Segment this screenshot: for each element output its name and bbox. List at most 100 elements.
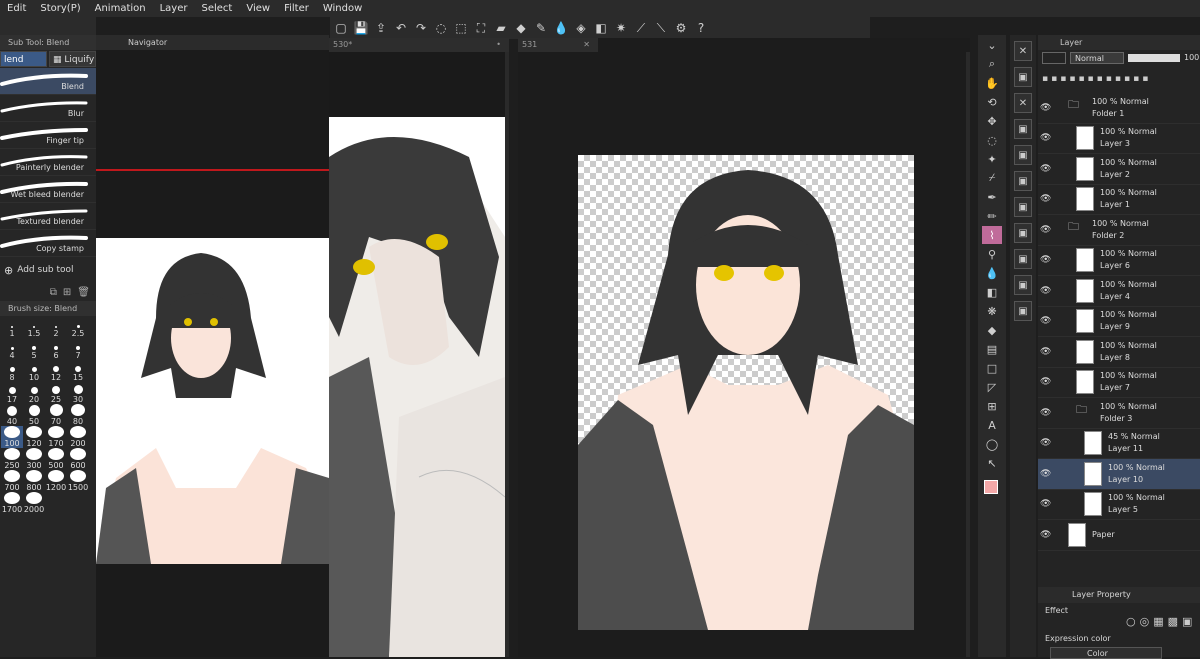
pen-tip-icon[interactable]: ⌄: [982, 36, 1002, 54]
lasso-icon[interactable]: ◌: [432, 19, 450, 37]
blend-mode-select[interactable]: Normal: [1070, 51, 1124, 64]
layer-folder[interactable]: 👁 🗀 100 % Normal Folder 1: [1038, 93, 1200, 124]
brush-size-30[interactable]: 30: [67, 382, 89, 404]
brush-finger-tip[interactable]: Finger tip: [0, 122, 96, 149]
brush-size-80[interactable]: 80: [67, 404, 89, 426]
sparkle-icon[interactable]: ✷: [612, 19, 630, 37]
text-icon[interactable]: A: [982, 416, 1002, 434]
visibility-eye-icon[interactable]: 👁: [1040, 103, 1051, 113]
brush-size-120[interactable]: 120: [23, 426, 45, 448]
brush-size-17[interactable]: 17: [1, 382, 23, 404]
brush-stroke-icon[interactable]: ⟋: [632, 19, 650, 37]
layer-row[interactable]: 👁 100 % Normal Layer 8: [1038, 337, 1200, 368]
gear-icon[interactable]: ⚙: [672, 19, 690, 37]
visibility-eye-icon[interactable]: 👁: [1040, 164, 1051, 174]
layer-folder[interactable]: 👁 🗀 100 % Normal Folder 2: [1038, 215, 1200, 246]
rotate-icon[interactable]: ⟲: [982, 93, 1002, 111]
menu-edit[interactable]: Edit: [0, 0, 33, 17]
close-icon[interactable]: ✕: [583, 38, 590, 52]
visibility-eye-icon[interactable]: 👁: [1040, 316, 1051, 326]
trash-icon[interactable]: 🗑: [77, 287, 90, 298]
gradient-icon[interactable]: ▤: [982, 340, 1002, 358]
save-icon[interactable]: 💾: [352, 19, 370, 37]
lock-icon[interactable]: ▪: [1051, 74, 1057, 84]
redo-icon[interactable]: ↷: [412, 19, 430, 37]
menu-animation[interactable]: Animation: [88, 0, 153, 17]
brush-size-200[interactable]: 200: [67, 426, 89, 448]
help-icon[interactable]: ?: [692, 19, 710, 37]
brush-size-1-5[interactable]: 1.5: [23, 316, 45, 338]
add-sub-tool-button[interactable]: ⊕ Add sub tool: [0, 257, 96, 283]
color-icon[interactable]: ◆: [512, 19, 530, 37]
airbrush-icon[interactable]: ⚲: [982, 245, 1002, 263]
clip-icon[interactable]: ▪: [1060, 74, 1066, 84]
brush-size-20[interactable]: 20: [23, 382, 45, 404]
fill-icon[interactable]: ◆: [982, 321, 1002, 339]
new-icon[interactable]: ▢: [332, 19, 350, 37]
canvas-531-view[interactable]: [578, 155, 914, 630]
erase-icon[interactable]: ▰: [492, 19, 510, 37]
quick-import-icon[interactable]: ▣: [1014, 171, 1032, 191]
balloon-icon[interactable]: ◯: [982, 435, 1002, 453]
layer-folder[interactable]: 👁 🗀 100 % Normal Folder 3: [1038, 398, 1200, 429]
brush-size-5[interactable]: 5: [23, 338, 45, 360]
menu-filter[interactable]: Filter: [277, 0, 316, 17]
link-icon[interactable]: ▪: [1097, 74, 1103, 84]
decoration-icon[interactable]: ❋: [982, 302, 1002, 320]
correction-icon[interactable]: ↖: [982, 454, 1002, 472]
menu-view[interactable]: View: [239, 0, 277, 17]
quick-shape-icon[interactable]: ▣: [1014, 223, 1032, 243]
tone-icon[interactable]: ◎: [1140, 615, 1150, 628]
visibility-eye-icon[interactable]: 👁: [1040, 255, 1051, 265]
figure-icon[interactable]: □: [982, 359, 1002, 377]
main-color-swatch[interactable]: [984, 480, 998, 494]
brush-size-25[interactable]: 25: [45, 382, 67, 404]
reference-icon[interactable]: ▪: [1069, 74, 1075, 84]
brush-size-600[interactable]: 600: [67, 448, 89, 470]
brush-size-1700[interactable]: 1700: [1, 492, 23, 514]
eraser-icon[interactable]: ◧: [982, 283, 1002, 301]
vector-icon[interactable]: ▪: [1124, 74, 1130, 84]
layer-effect-icon[interactable]: ▣: [1182, 615, 1192, 628]
quick-close2-icon[interactable]: ✕: [1014, 93, 1032, 113]
brush-size-170[interactable]: 170: [45, 426, 67, 448]
brush-size-2-5[interactable]: 2.5: [67, 316, 89, 338]
visibility-eye-icon[interactable]: 👁: [1040, 286, 1051, 296]
layer-row[interactable]: 👁 45 % Normal Layer 11: [1038, 429, 1200, 459]
quick-export-icon[interactable]: ▣: [1014, 197, 1032, 217]
paper-layer[interactable]: 👁 Paper: [1038, 520, 1200, 551]
brush-copy-stamp[interactable]: Copy stamp: [0, 230, 96, 257]
brush-size-100[interactable]: 100: [1, 426, 23, 448]
layer-row[interactable]: 👁 100 % Normal Layer 10: [1038, 459, 1200, 490]
brush-size-2000[interactable]: 2000: [23, 492, 45, 514]
pencil-icon[interactable]: ✏: [982, 207, 1002, 225]
brush-size-4[interactable]: 4: [1, 338, 23, 360]
brush-size-15[interactable]: 15: [67, 360, 89, 382]
menu-storyp[interactable]: Story(P): [33, 0, 87, 17]
brush-size-70[interactable]: 70: [45, 404, 67, 426]
quick-close-icon[interactable]: ✕: [1014, 41, 1032, 61]
visibility-eye-icon[interactable]: 👁: [1040, 408, 1051, 418]
ruler-icon[interactable]: ◧: [592, 19, 610, 37]
circle-icon[interactable]: ○: [1126, 615, 1136, 628]
quick-screen-icon[interactable]: ▣: [1014, 275, 1032, 295]
fill-layer-icon[interactable]: ▪: [1133, 74, 1139, 84]
brush-painterly-blender[interactable]: Painterly blender: [0, 149, 96, 176]
layer-row[interactable]: 👁 100 % Normal Layer 4: [1038, 276, 1200, 307]
brush-size-7[interactable]: 7: [67, 338, 89, 360]
brush-textured-blender[interactable]: Textured blender: [0, 203, 96, 230]
delete-layer-icon[interactable]: ▪: [1142, 74, 1148, 84]
visibility-eye-icon[interactable]: 👁: [1040, 377, 1051, 387]
layer-row[interactable]: 👁 100 % Normal Layer 1: [1038, 185, 1200, 215]
eyedropper-icon[interactable]: ⌿: [982, 169, 1002, 187]
brush-size-700[interactable]: 700: [1, 470, 23, 492]
menu-select[interactable]: Select: [195, 0, 240, 17]
navigator-preview[interactable]: [96, 238, 329, 564]
blend-icon[interactable]: 💧: [982, 264, 1002, 282]
brush-size-40[interactable]: 40: [1, 404, 23, 426]
brush-size-300[interactable]: 300: [23, 448, 45, 470]
quick-settings-icon[interactable]: ▣: [1014, 119, 1032, 139]
undo-icon[interactable]: ↶: [392, 19, 410, 37]
draft-icon[interactable]: ▪: [1078, 74, 1084, 84]
copy-icon[interactable]: ⧉: [50, 287, 57, 298]
